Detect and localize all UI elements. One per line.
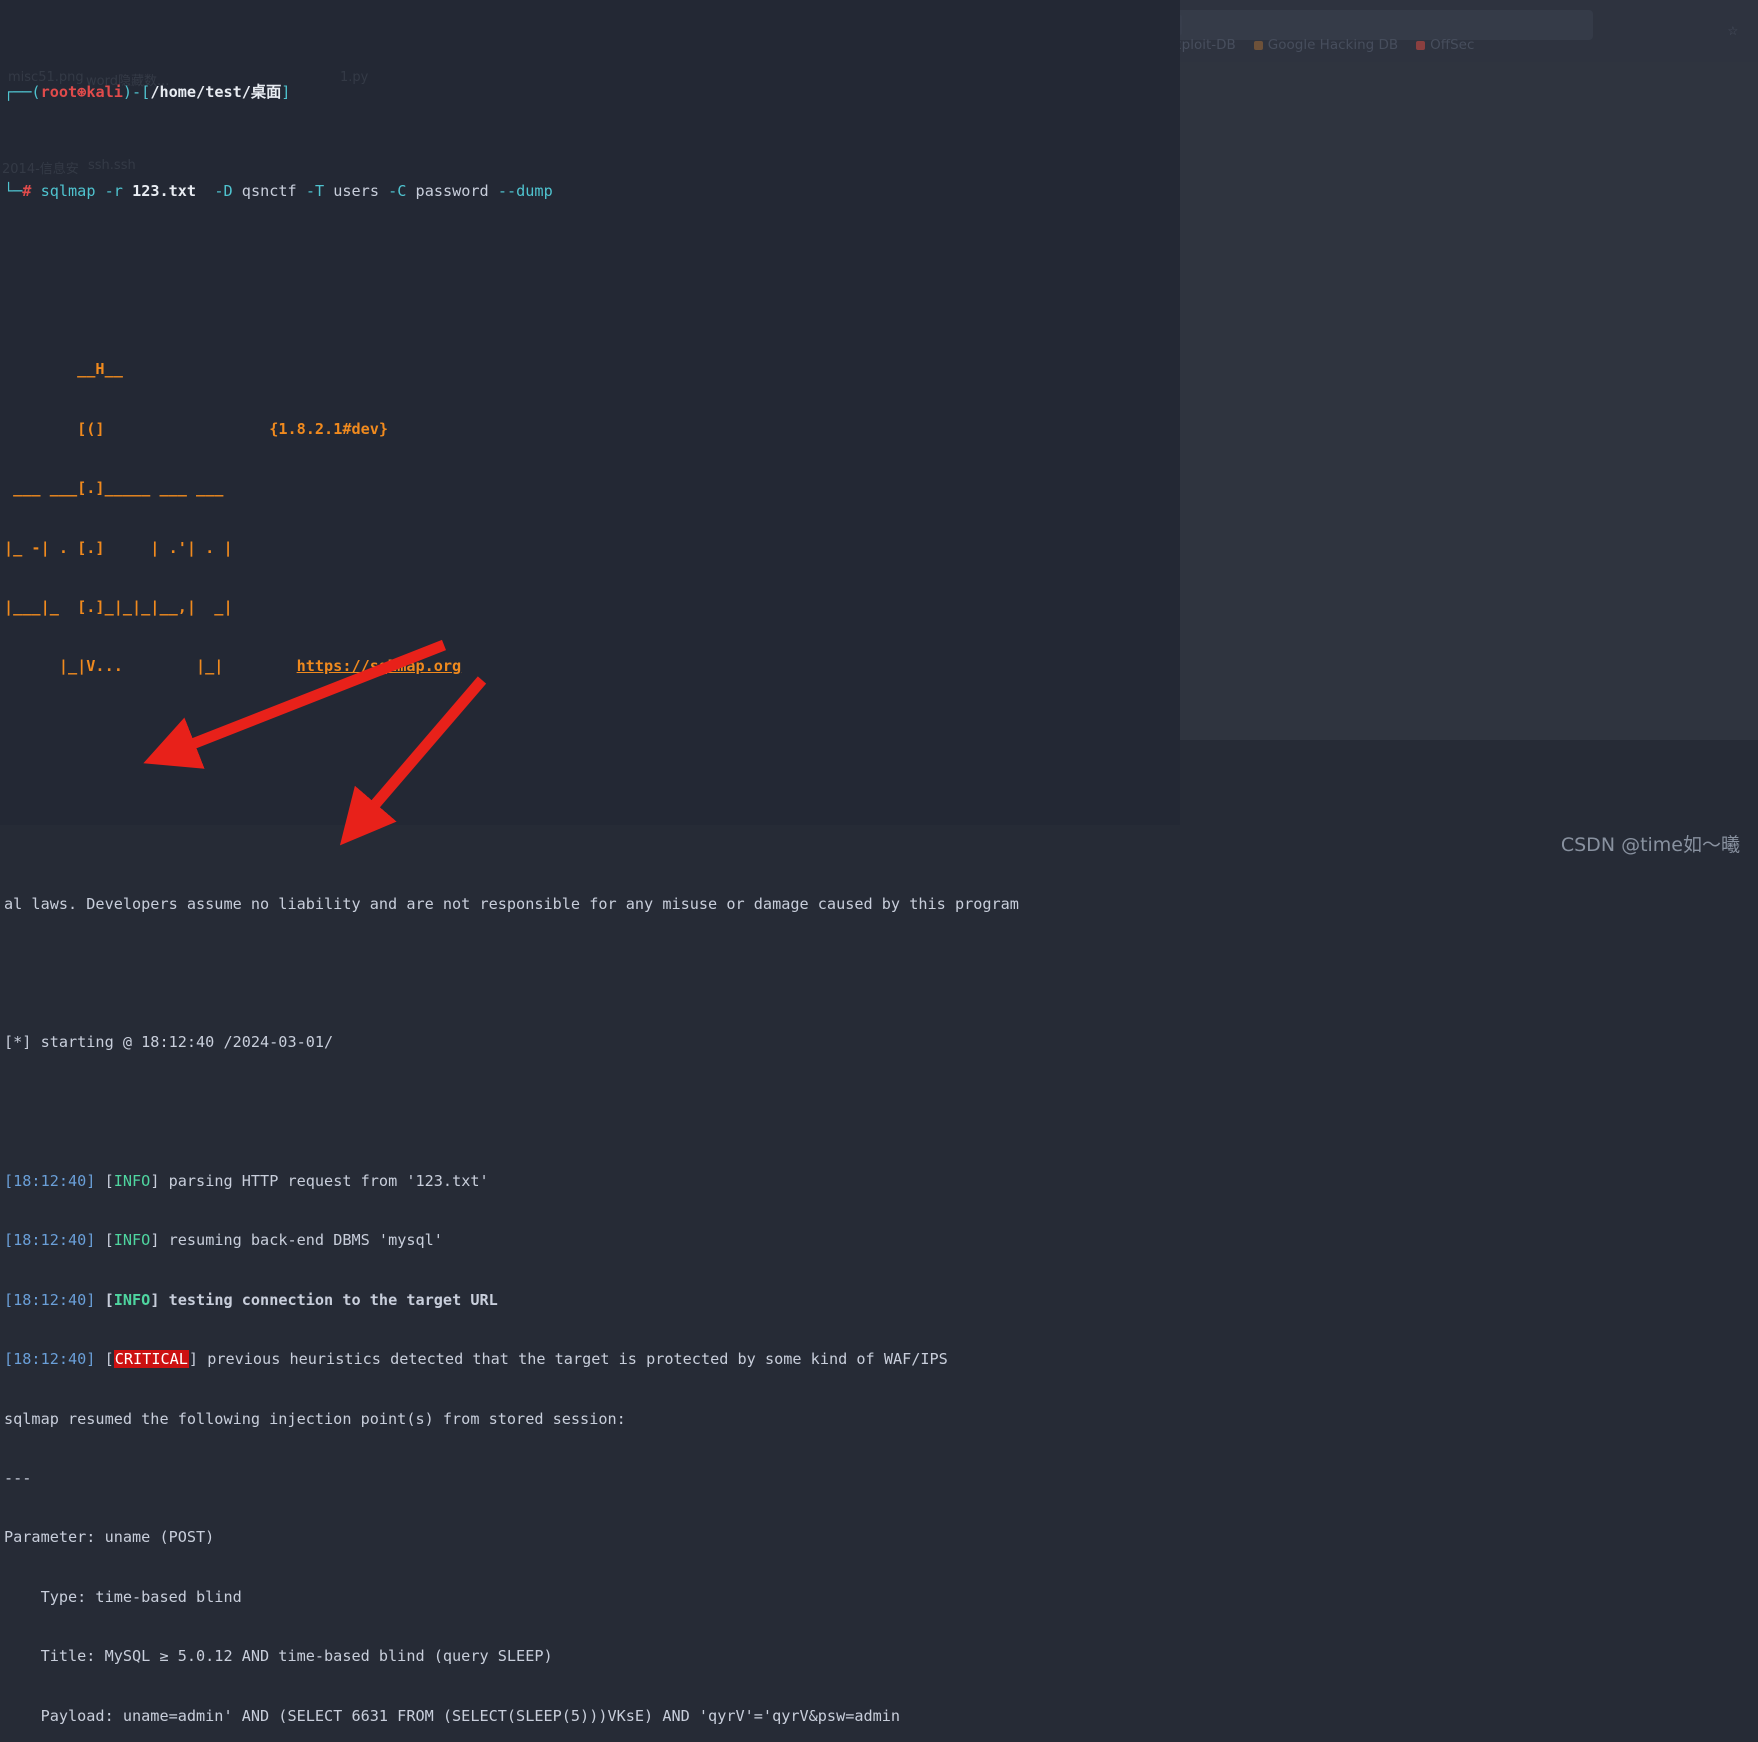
banner-art-line-3: ___ ___[.]_____ ___ ___: [4, 479, 224, 498]
cmd-sqlmap: sqlmap: [40, 182, 96, 201]
csdn-watermark: CSDN @time如～曦: [1560, 834, 1740, 856]
log-line-resuming: [18:12:40] [INFO] resuming back-end DBMS…: [4, 1231, 443, 1250]
cmd-database: qsnctf: [241, 182, 297, 201]
injection-parameter: Parameter: uname (POST): [4, 1528, 215, 1547]
cmd-flag-dump: --dump: [488, 182, 553, 201]
banner-art-line-1: __H__: [4, 360, 123, 379]
bottom-bar: [0, 825, 1758, 871]
log-line-testing-connection: [18:12:40] [INFO] testing connection to …: [4, 1290, 498, 1309]
sqlmap-website-link[interactable]: https://sqlmap.org: [297, 657, 462, 675]
banner-art-line-5: |___|_ [.]_|_|_|__,| _|: [4, 597, 233, 616]
cmd-table: users: [333, 182, 379, 201]
prompt-path: /home/test/桌面: [150, 83, 282, 102]
cmd-flag-D: -D: [196, 182, 242, 201]
banner-art-line-6: |_|V... |_| https://sqlmap.org: [4, 657, 462, 676]
log-line-critical-waf: [18:12:40] [CRITICAL] previous heuristic…: [4, 1350, 948, 1369]
cmd-request-file: 123.txt: [132, 182, 197, 201]
injection-title: Title: MySQL ≥ 5.0.12 AND time-based bli…: [4, 1647, 553, 1666]
log-line-parsing: [18:12:40] [INFO] parsing HTTP request f…: [4, 1172, 489, 1191]
cmd-column: password: [415, 182, 489, 201]
sqlmap-version: {1.8.2.1#dev}: [269, 419, 389, 438]
terminal-text-area[interactable]: ┌──(root⊛kali)-[/home/test/桌面] └─# sqlma…: [0, 0, 1758, 1724]
banner-art-line-2: [(] {1.8.2.1#dev}: [4, 419, 389, 438]
prompt-hash: #: [22, 182, 32, 201]
prompt-at-icon: ⊛: [77, 83, 87, 102]
cmd-flag-r: -r: [95, 182, 133, 201]
injection-payload: Payload: uname=admin' AND (SELECT 6631 F…: [4, 1706, 901, 1725]
prompt-host: kali: [86, 83, 123, 102]
cmd-flag-T: -T: [296, 182, 334, 201]
shell-prompt-line: ┌──(root⊛kali)-[/home/test/桌面]: [4, 83, 291, 102]
cmd-flag-C: -C: [378, 182, 416, 201]
shell-command-line: └─# sqlmap -r 123.txt -D qsnctf -T users…: [4, 182, 553, 201]
log-line-resumed-session: sqlmap resumed the following injection p…: [4, 1409, 626, 1428]
banner-art-line-4: |_ -| . [.] | .'| . |: [4, 538, 233, 557]
separator-top: ---: [4, 1468, 32, 1487]
injection-type: Type: time-based blind: [4, 1587, 242, 1606]
prompt-user: root: [40, 83, 78, 102]
legal-disclaimer-line-2: al laws. Developers assume no liability …: [4, 894, 1019, 913]
starting-line: [*] starting @ 18:12:40 /2024-03-01/: [4, 1033, 334, 1052]
